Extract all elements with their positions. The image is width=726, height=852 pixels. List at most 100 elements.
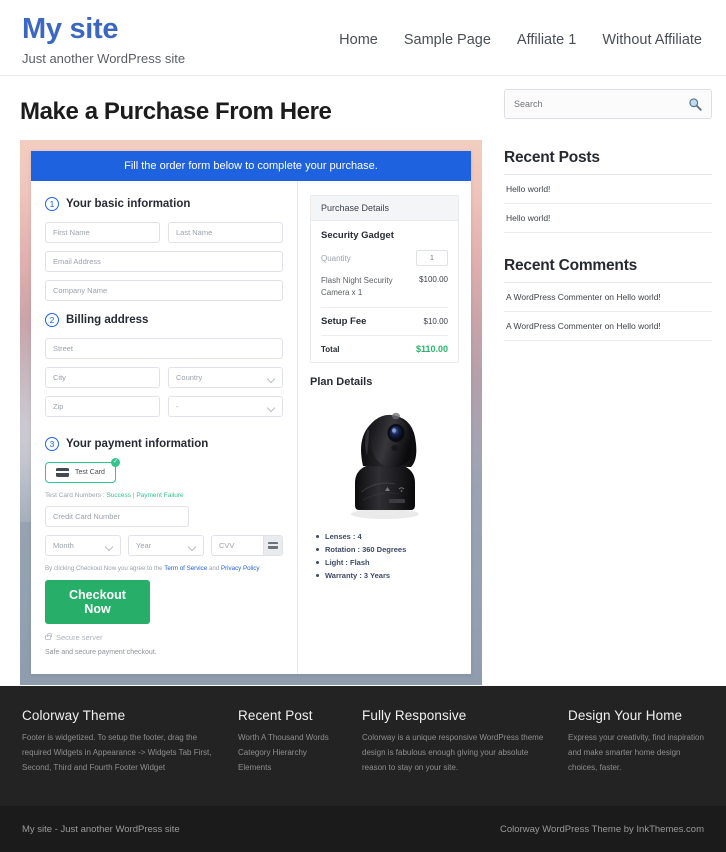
last-name-input[interactable]: Last Name bbox=[168, 222, 283, 243]
test-card-prefix: Test Card Numbers : bbox=[45, 492, 107, 499]
spec-lenses: Lenses : 4 bbox=[316, 532, 459, 541]
credit-card-number-input[interactable]: Credit Card Number bbox=[45, 506, 189, 527]
total-label: Total bbox=[321, 344, 340, 354]
setup-fee-price: $10.00 bbox=[423, 317, 448, 327]
total-price: $110.00 bbox=[415, 344, 448, 355]
test-card-method-button[interactable]: ✓ Test Card bbox=[45, 458, 120, 483]
street-input[interactable]: Street bbox=[45, 338, 283, 359]
footer-post-link[interactable]: Category Hierarchy bbox=[238, 748, 307, 757]
test-card-failure-link[interactable]: Payment Failure bbox=[136, 492, 183, 499]
check-icon: ✓ bbox=[110, 458, 120, 467]
plan-details-heading: Plan Details bbox=[310, 376, 373, 389]
list-item[interactable]: Worth A Thousand Words bbox=[238, 731, 346, 746]
footer-widget-text: Colorway is a unique responsive WordPres… bbox=[362, 733, 544, 772]
main-content: Make a Purchase From Here Fill the order… bbox=[20, 76, 482, 685]
site-tagline: Just another WordPress site bbox=[22, 50, 186, 66]
sidebar: Search Recent Posts Hello world! Hello w… bbox=[504, 76, 712, 685]
terms-notice: By clicking Checkout Now you agree to th… bbox=[45, 565, 283, 572]
search-widget[interactable]: Search bbox=[504, 89, 712, 119]
secure-server-notice: Secure server bbox=[45, 632, 283, 642]
lock-icon bbox=[45, 632, 52, 640]
list-item[interactable]: A WordPress Commenter on Hello world! bbox=[504, 312, 712, 341]
quantity-input[interactable]: 1 bbox=[416, 250, 448, 266]
step-2-header: 2 Billing address bbox=[45, 313, 283, 327]
list-item[interactable]: Hello world! bbox=[504, 175, 712, 204]
order-form-banner: Fill the order form below to complete yo… bbox=[31, 151, 471, 181]
step-1-number: 1 bbox=[45, 197, 59, 211]
nav-item-home[interactable]: Home bbox=[339, 32, 378, 48]
inkthemes-link[interactable]: Colorway WordPress Theme by InkThemes.co… bbox=[500, 824, 704, 835]
footer-recent-post-list: Worth A Thousand Words Category Hierarch… bbox=[238, 731, 346, 775]
footer-widget-title: Fully Responsive bbox=[362, 708, 467, 723]
country-select[interactable]: Country bbox=[168, 367, 283, 388]
step-3-title: Your payment information bbox=[66, 438, 209, 450]
page-title: Make a Purchase From Here bbox=[20, 98, 332, 125]
widget-spacer bbox=[504, 233, 712, 257]
secure-server-label: Secure server bbox=[56, 633, 103, 642]
first-name-input[interactable]: First Name bbox=[45, 222, 160, 243]
expiry-month-select[interactable]: Month bbox=[45, 535, 121, 556]
recent-comment-link[interactable]: A WordPress Commenter on Hello world! bbox=[506, 321, 661, 331]
checkout-card-body: 1 Your basic information First Name Last… bbox=[31, 181, 471, 674]
test-card-success-link[interactable]: Success bbox=[106, 492, 131, 499]
step-2-number: 2 bbox=[45, 313, 59, 327]
name-row: First Name Last Name bbox=[45, 222, 283, 251]
footer-site-credit: My site - Just another WordPress site bbox=[22, 823, 180, 835]
main-navigation: Home Sample Page Affiliate 1 Without Aff… bbox=[339, 10, 704, 48]
card-back-icon bbox=[268, 542, 278, 549]
recent-post-link[interactable]: Hello world! bbox=[506, 213, 550, 223]
checkout-card: Fill the order form below to complete yo… bbox=[31, 151, 471, 674]
checkout-background-frame: Fill the order form below to complete yo… bbox=[20, 140, 482, 685]
recent-comments-list: A WordPress Commenter on Hello world! A … bbox=[504, 283, 712, 341]
terms-and: and bbox=[207, 565, 221, 572]
company-name-input[interactable]: Company Name bbox=[45, 280, 283, 301]
expiry-year-select[interactable]: Year bbox=[128, 535, 204, 556]
recent-posts-title: Recent Posts bbox=[504, 149, 712, 175]
city-country-row: City Country bbox=[45, 367, 283, 396]
purchase-details-heading: Purchase Details bbox=[311, 196, 458, 221]
list-item[interactable]: Hello world! bbox=[504, 204, 712, 233]
nav-item-without-affiliate[interactable]: Without Affiliate bbox=[602, 32, 702, 48]
cvv-help-button[interactable] bbox=[263, 536, 282, 555]
recent-post-link[interactable]: Hello world! bbox=[506, 184, 550, 194]
search-input[interactable]: Search bbox=[514, 99, 688, 109]
test-card-numbers-line: Test Card Numbers : Success | Payment Fa… bbox=[45, 492, 283, 499]
step-3-header: 3 Your payment information bbox=[45, 437, 283, 451]
site-title[interactable]: My site bbox=[22, 13, 185, 46]
email-address-input[interactable]: Email Address bbox=[45, 251, 283, 272]
spec-warranty: Warranty : 3 Years bbox=[316, 571, 459, 580]
nav-item-affiliate-1[interactable]: Affiliate 1 bbox=[517, 32, 576, 48]
city-input[interactable]: City bbox=[45, 367, 160, 388]
terms-prefix: By clicking Checkout Now you agree to th… bbox=[45, 565, 165, 572]
cvv-wrapper: CVV bbox=[211, 535, 283, 565]
state-select[interactable]: - bbox=[168, 396, 283, 417]
terms-of-service-link[interactable]: Term of Service bbox=[164, 565, 207, 572]
purchase-details-body: Security Gadget Quantity 1 Flash Night S… bbox=[311, 221, 458, 362]
spec-rotation: Rotation : 360 Degrees bbox=[316, 545, 459, 554]
footer-widget-design-your-home: Design Your Home Express your creativity… bbox=[568, 708, 704, 806]
footer-post-link[interactable]: Elements bbox=[238, 763, 271, 772]
privacy-policy-link[interactable]: Privacy Policy bbox=[221, 565, 260, 572]
list-item[interactable]: A WordPress Commenter on Hello world! bbox=[504, 283, 712, 312]
footer-post-link[interactable]: Worth A Thousand Words bbox=[238, 733, 329, 742]
recent-posts-list: Hello world! Hello world! bbox=[504, 175, 712, 233]
search-icon[interactable] bbox=[688, 97, 702, 111]
step-3-number: 3 bbox=[45, 437, 59, 451]
recent-comments-title: Recent Comments bbox=[504, 257, 712, 283]
security-camera-image bbox=[350, 412, 419, 520]
list-item[interactable]: Elements bbox=[238, 761, 346, 776]
list-item[interactable]: Category Hierarchy bbox=[238, 746, 346, 761]
footer-widget-text: Footer is widgetized. To setup the foote… bbox=[22, 733, 212, 772]
recent-comment-link[interactable]: A WordPress Commenter on Hello world! bbox=[506, 292, 661, 302]
checkout-form-column: 1 Your basic information First Name Last… bbox=[31, 181, 298, 674]
safe-checkout-note: Safe and secure payment checkout. bbox=[45, 649, 157, 656]
footer-widget-text: Express your creativity, find inspiratio… bbox=[568, 733, 704, 772]
test-card-label: Test Card bbox=[75, 469, 105, 476]
footer-bottom-bar: My site - Just another WordPress site Co… bbox=[0, 806, 726, 852]
page-layout: Make a Purchase From Here Fill the order… bbox=[0, 76, 726, 685]
nav-item-sample-page[interactable]: Sample Page bbox=[404, 32, 491, 48]
plan-specs-list: Lenses : 4 Rotation : 360 Degrees Light … bbox=[310, 532, 459, 580]
checkout-now-button[interactable]: Checkout Now bbox=[45, 580, 150, 624]
step-1-header: 1 Your basic information bbox=[45, 197, 283, 211]
zip-input[interactable]: Zip bbox=[45, 396, 160, 417]
